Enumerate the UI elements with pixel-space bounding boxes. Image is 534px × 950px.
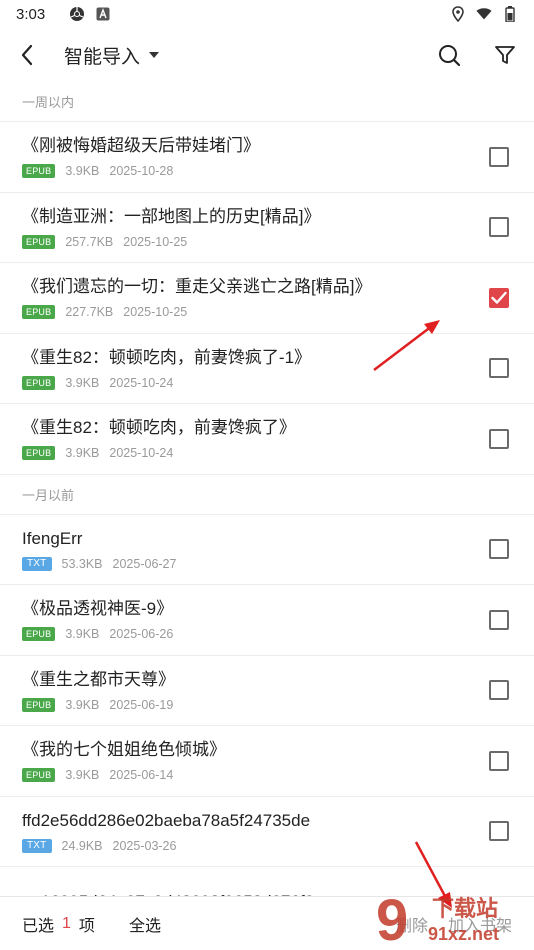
list-item[interactable]: 《我的七个姐姐绝色倾城》 EPUB 3.9KB 2025-06-14: [0, 726, 534, 797]
format-badge: EPUB: [22, 697, 56, 712]
file-name: 《制造亚洲：一部地图上的历史[精品]》: [22, 206, 321, 226]
format-badge: EPUB: [22, 768, 56, 783]
list-item[interactable]: IfengErr TXT 53.3KB 2025-06-27: [0, 515, 534, 585]
select-checkbox[interactable]: [489, 217, 509, 238]
selected-count: 已选 1 项: [22, 912, 95, 936]
watermark-url-text: 91xz.net: [428, 924, 499, 944]
select-checkbox[interactable]: [489, 821, 509, 842]
watermark-logo: 9 下载站 91xz.net: [372, 888, 532, 950]
format-badge: EPUB: [22, 164, 56, 179]
file-date: 2025-10-25: [123, 234, 188, 249]
file-name: 《重生之都市天尊》: [22, 669, 175, 689]
select-checkbox[interactable]: [489, 358, 509, 379]
app-toolbar: 智能导入: [0, 28, 534, 82]
wifi-icon: [476, 6, 492, 22]
file-name: 《重生82：顿顿吃肉，前妻馋疯了-1》: [22, 347, 312, 367]
a-icon: [95, 6, 111, 22]
watermark-site-text: 下载站: [432, 896, 498, 922]
file-name: 《极品透视神医-9》: [22, 599, 174, 619]
list-item[interactable]: 《我们遗忘的一切：重走父亲逃亡之路[精品]》 EPUB 227.7KB 2025…: [0, 263, 534, 334]
list-item[interactable]: ffd2e56dd286e02baeba78a5f24735de TXT 24.…: [0, 797, 534, 867]
format-badge: EPUB: [22, 627, 56, 642]
file-size: 3.9KB: [65, 446, 100, 461]
file-size: 3.9KB: [65, 697, 100, 712]
file-name: ffd2e56dd286e02baeba78a5f24735de: [22, 810, 311, 830]
file-size: 53.3KB: [61, 556, 103, 571]
search-icon[interactable]: [436, 42, 462, 68]
select-checkbox[interactable]: [489, 680, 509, 701]
file-name: 《我的七个姐姐绝色倾城》: [22, 740, 226, 760]
list-item[interactable]: 《重生82：顿顿吃肉，前妻馋疯了》 EPUB 3.9KB 2025-10-24: [0, 404, 534, 475]
file-date: 2025-10-28: [109, 164, 174, 179]
filter-icon[interactable]: [492, 42, 518, 68]
battery-icon: [502, 6, 518, 22]
title-dropdown[interactable]: 智能导入: [64, 42, 160, 69]
file-size: 3.9KB: [65, 375, 100, 390]
file-date: 2025-06-26: [109, 627, 174, 642]
chrome-icon: [69, 6, 85, 22]
watermark-logo-text: 9: [376, 888, 408, 950]
format-badge: EPUB: [22, 446, 56, 461]
file-name: 《刚被悔婚超级天后带娃堵门》: [22, 136, 260, 156]
status-bar: 3:03: [0, 0, 534, 28]
list-item[interactable]: 《极品透视神医-9》 EPUB 3.9KB 2025-06-26: [0, 585, 534, 656]
file-size: 3.9KB: [65, 768, 100, 783]
format-badge: TXT: [22, 556, 52, 571]
select-checkbox[interactable]: [489, 539, 509, 560]
file-name: IfengErr: [22, 528, 83, 548]
format-badge: EPUB: [22, 375, 56, 390]
list-item[interactable]: 《重生之都市天尊》 EPUB 3.9KB 2025-06-19: [0, 656, 534, 726]
file-date: 2025-10-24: [109, 446, 174, 461]
file-name: 《我们遗忘的一切：重走父亲逃亡之路[精品]》: [22, 277, 372, 297]
select-checkbox[interactable]: [489, 428, 509, 449]
file-size: 3.9KB: [65, 164, 100, 179]
section-header-month: 一月以前: [0, 474, 534, 515]
file-date: 2025-03-26: [112, 838, 177, 853]
caret-down-icon: [148, 46, 160, 64]
select-all-button[interactable]: 全选: [129, 912, 161, 936]
file-date: 2025-06-14: [109, 768, 174, 783]
file-size: 24.9KB: [61, 838, 103, 853]
list-item[interactable]: 《刚被悔婚超级天后带娃堵门》 EPUB 3.9KB 2025-10-28: [0, 122, 534, 193]
file-name: 《重生82：顿顿吃肉，前妻馋疯了》: [22, 418, 296, 438]
select-checkbox[interactable]: [489, 146, 509, 167]
file-date: 2025-10-25: [123, 305, 188, 320]
select-checkbox-checked[interactable]: [489, 287, 509, 308]
location-icon: [450, 6, 466, 22]
file-size: 227.7KB: [65, 305, 114, 320]
format-badge: EPUB: [22, 234, 56, 249]
format-badge: EPUB: [22, 305, 56, 320]
format-badge: TXT: [22, 838, 52, 853]
list-item[interactable]: 《重生82：顿顿吃肉，前妻馋疯了-1》 EPUB 3.9KB 2025-10-2…: [0, 334, 534, 404]
status-time: 3:03: [16, 5, 46, 23]
file-list[interactable]: 一周以内 《刚被悔婚超级天后带娃堵门》 EPUB 3.9KB 2025-10-2…: [0, 82, 534, 896]
page-title: 智能导入: [64, 46, 141, 68]
selected-count-number: 1: [62, 914, 71, 932]
selected-suffix: 项: [78, 917, 95, 935]
section-header-week: 一周以内: [0, 82, 534, 122]
file-date: 2025-10-24: [109, 375, 174, 390]
check-icon: [491, 291, 507, 304]
file-size: 3.9KB: [65, 627, 100, 642]
file-date: 2025-06-19: [109, 697, 174, 712]
back-arrow-icon[interactable]: [12, 40, 42, 70]
selected-prefix: 已选: [22, 917, 55, 935]
file-size: 257.7KB: [65, 234, 114, 249]
list-item[interactable]: 《制造亚洲：一部地图上的历史[精品]》 EPUB 257.7KB 2025-10…: [0, 193, 534, 263]
file-date: 2025-06-27: [112, 556, 177, 571]
select-checkbox[interactable]: [489, 750, 509, 771]
select-checkbox[interactable]: [489, 609, 509, 630]
